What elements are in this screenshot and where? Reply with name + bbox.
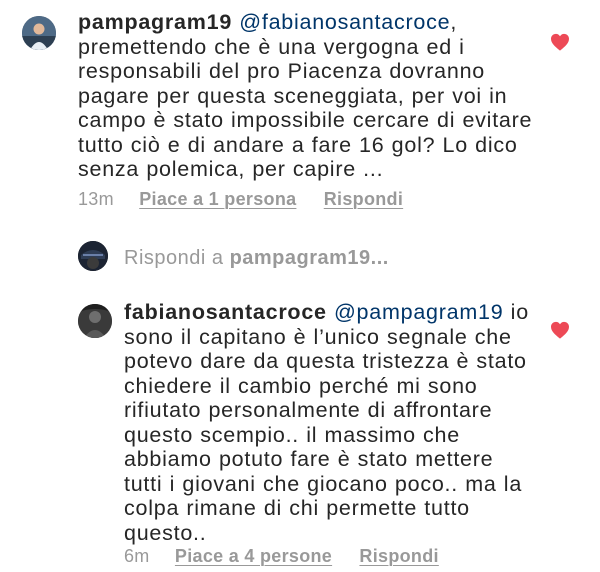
likes-link[interactable]: Piace a 4 persone [175,546,332,567]
reply-prompt-prefix: Rispondi a [124,247,230,269]
comment-timestamp: 6m [124,546,150,566]
comment-line: colpa rimane di chi permette tutto [124,496,470,520]
comment-line: chiedere il cambio perché mi sono [124,373,478,398]
heart-icon[interactable] [550,321,570,339]
mention-link[interactable]: @fabianosantacroce [239,10,450,34]
comment-text-segment: io [503,300,529,324]
comment-line: abbiamo potuto fare è stato mettere [124,447,494,471]
username-link[interactable]: pampagram19 [78,10,232,34]
comment-line: pampagram19 @fabianosantacroce, [78,10,578,35]
reply-prompt-target: pampagram19... [229,247,389,269]
comment-line: potevo dare da questa tristezza è stato [124,349,527,373]
comment-line: questo.. [124,520,207,545]
heart-icon[interactable] [550,33,570,51]
comment-text: fabianosantacroce @pampagram19 io sono i… [124,300,564,545]
comment-meta: 13m Piace a 1 persona Rispondi [78,189,403,210]
username-link[interactable]: fabianosantacroce [124,300,327,324]
reply-prompt-row[interactable]: Rispondi a pampagram19... [0,235,600,279]
comment-line: premettendo che è una vergogna ed i [78,34,465,59]
comment-line: senza polemica, per capire ... [78,157,384,181]
comment-line: tutto ciò e di andare a fare 16 gol? Lo … [78,132,518,157]
comment-line: sono il capitano è l’unico segnale che [124,324,512,349]
comment-text: pampagram19 @fabianosantacroce, premette… [78,10,578,182]
mention-link[interactable]: @pampagram19 [334,300,503,324]
comment-line: rifiutato personalmente di affrontare [124,398,493,422]
comment-pampagram19: pampagram19 @fabianosantacroce, premette… [0,0,600,215]
avatar-image [78,304,112,338]
comment-line: tutti i giovani che giocano poco.. ma la [124,471,523,496]
reply-button[interactable]: Rispondi [359,546,438,567]
avatar-image [78,241,108,271]
avatar-image [22,16,56,50]
comment-fabianosantacroce: fabianosantacroce @pampagram19 io sono i… [0,290,600,572]
comment-line: campo è stato impossibile cercare di evi… [78,108,533,132]
comment-line: fabianosantacroce @pampagram19 io [124,300,564,325]
reply-prompt-text[interactable]: Rispondi a pampagram19... [124,247,389,270]
comment-meta: 6m Piace a 4 persone Rispondi [124,546,439,567]
avatar-pampagram19[interactable] [22,16,56,50]
likes-link[interactable]: Piace a 1 persona [139,189,296,210]
comment-timestamp: 13m [78,189,114,209]
avatar-current-user [78,241,108,271]
avatar-fabianosantacroce[interactable] [78,304,112,338]
comment-line: questo scempio.. il massimo che [124,422,460,447]
comment-line: pagare per questa sceneggiata, per voi i… [78,83,508,108]
comment-line: responsabili del pro Piacenza dovranno [78,59,485,83]
comment-text-segment: , [450,10,458,34]
reply-button[interactable]: Rispondi [324,189,403,210]
